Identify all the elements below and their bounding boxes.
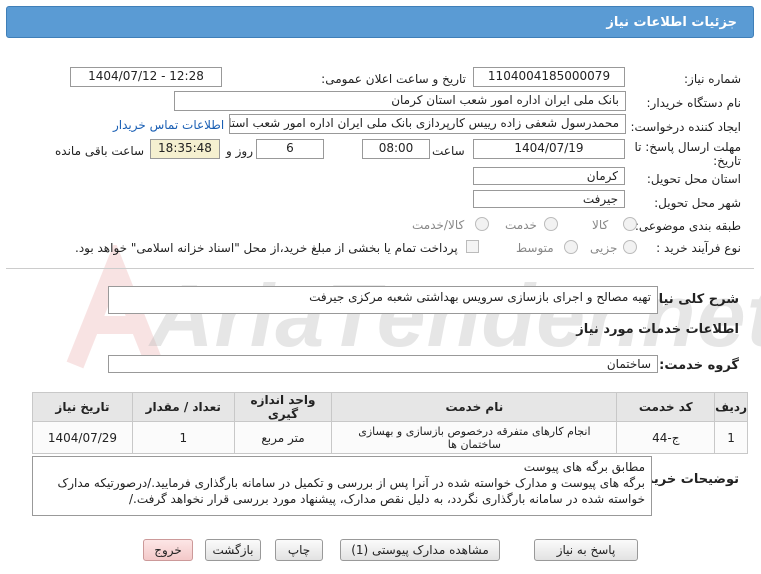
col-header-unit: واحد اندازه گیری bbox=[233, 392, 333, 422]
creator-field: محمدرسول شعفی زاده رییس کارپردازی بانک م… bbox=[229, 114, 626, 134]
need-number-label: شماره نیاز: bbox=[684, 72, 741, 86]
announce-label: تاریخ و ساعت اعلان عمومی: bbox=[321, 72, 466, 86]
category-option-service: خدمت bbox=[505, 218, 537, 232]
category-radio-service[interactable] bbox=[544, 217, 558, 231]
deadline-date-field: 1404/07/19 bbox=[473, 139, 625, 159]
reply-button[interactable]: پاسخ به نیاز bbox=[534, 539, 638, 561]
city-label: شهر محل تحویل: bbox=[654, 196, 741, 210]
deadline-label: مهلت ارسال پاسخ: تا bbox=[634, 140, 741, 154]
remaining-label: ساعت باقی مانده bbox=[55, 144, 145, 158]
panel-header: جزئیات اطلاعات نیاز bbox=[6, 6, 754, 38]
buyer-notes-line-3: خواسته شده در سامانه بارگذاری نگردد، به … bbox=[129, 492, 645, 506]
services-table: ردیف کد خدمت نام خدمت واحد اندازه گیری ت… bbox=[32, 392, 748, 454]
cell-quantity: 1 bbox=[131, 421, 235, 454]
view-attachments-button[interactable]: مشاهده مدارک پیوستی (1) bbox=[340, 539, 500, 561]
table-header-row: ردیف کد خدمت نام خدمت واحد اندازه گیری ت… bbox=[32, 392, 748, 422]
category-option-both: کالا/خدمت bbox=[412, 218, 465, 232]
creator-label: ایجاد کننده درخواست: bbox=[630, 120, 741, 134]
description-label: شرح کلی نیاز: bbox=[645, 292, 739, 307]
exit-button[interactable]: خروج bbox=[143, 539, 193, 561]
contact-buyer-link[interactable]: اطلاعات تماس خریدار bbox=[113, 118, 224, 132]
divider bbox=[6, 268, 754, 269]
watermark-text: AriaTender.net bbox=[150, 266, 761, 365]
category-radio-both[interactable] bbox=[475, 217, 489, 231]
remaining-time-field: 18:35:48 bbox=[150, 139, 220, 159]
province-field: کرمان bbox=[473, 167, 625, 185]
description-field[interactable]: تهیه مصالح و اجرای بازسازی سرویس بهداشتی… bbox=[108, 286, 658, 314]
need-number-field: 1104004185000079 bbox=[473, 67, 625, 87]
process-option-medium: متوسط bbox=[516, 241, 554, 255]
category-radio-goods[interactable] bbox=[623, 217, 637, 231]
print-button[interactable]: چاپ bbox=[275, 539, 323, 561]
days-field: 6 bbox=[256, 139, 324, 159]
city-field: جیرفت bbox=[473, 190, 625, 208]
province-label: استان محل تحویل: bbox=[646, 172, 741, 186]
buyer-notes-field[interactable]: مطابق برگه های پیوست برگه های پیوست و مد… bbox=[32, 456, 652, 516]
cell-row-number: 1 bbox=[714, 421, 748, 454]
days-label: روز و bbox=[226, 144, 253, 158]
table-row: 1 ج-44 انجام کارهای متفرقه درخصوص بازساز… bbox=[32, 421, 748, 454]
col-header-service-code: کد خدمت bbox=[616, 392, 716, 422]
service-group-field: ساختمان bbox=[108, 355, 658, 373]
back-button[interactable]: بازگشت bbox=[205, 539, 261, 561]
buyer-field: بانک ملی ایران اداره امور شعب استان کرما… bbox=[174, 91, 626, 111]
col-header-service-name: نام خدمت bbox=[331, 392, 618, 422]
deadline-time-field: 08:00 bbox=[362, 139, 430, 159]
col-header-row-number: ردیف bbox=[714, 392, 748, 422]
buyer-label: نام دستگاه خریدار: bbox=[646, 96, 742, 110]
service-group-label: گروه خدمت: bbox=[659, 358, 739, 373]
time-label: ساعت bbox=[432, 144, 465, 158]
payment-checkbox[interactable] bbox=[466, 240, 479, 253]
payment-note: پرداخت تمام یا بخشی از مبلغ خرید،از محل … bbox=[75, 241, 458, 255]
category-label: طبقه بندی موضوعی: bbox=[634, 219, 741, 233]
category-option-goods: کالا bbox=[592, 218, 609, 232]
process-label: نوع فرآیند خرید : bbox=[656, 241, 741, 255]
col-header-quantity: تعداد / مقدار bbox=[131, 392, 235, 422]
cell-unit: متر مربع bbox=[233, 421, 333, 454]
process-option-minor: جزیی bbox=[590, 241, 618, 255]
process-radio-minor[interactable] bbox=[623, 240, 637, 254]
process-radio-medium[interactable] bbox=[564, 240, 578, 254]
page-title: جزئیات اطلاعات نیاز bbox=[606, 15, 737, 30]
buyer-notes-line-1: مطابق برگه های پیوست bbox=[523, 460, 645, 474]
cell-need-date: 1404/07/29 bbox=[32, 421, 133, 454]
buyer-notes-line-2: برگه های پیوست و مدارک خواسته شده در آنر… bbox=[57, 476, 645, 490]
services-section-title: اطلاعات خدمات مورد نیاز bbox=[576, 322, 739, 337]
cell-service-name: انجام کارهای متفرقه درخصوص بازسازی و بهس… bbox=[331, 421, 618, 454]
deadline-label-2: تاریخ: bbox=[713, 154, 741, 168]
announce-field: 1404/07/12 - 12:28 bbox=[70, 67, 222, 87]
cell-service-code: ج-44 bbox=[616, 421, 716, 454]
col-header-need-date: تاریخ نیاز bbox=[32, 392, 133, 422]
